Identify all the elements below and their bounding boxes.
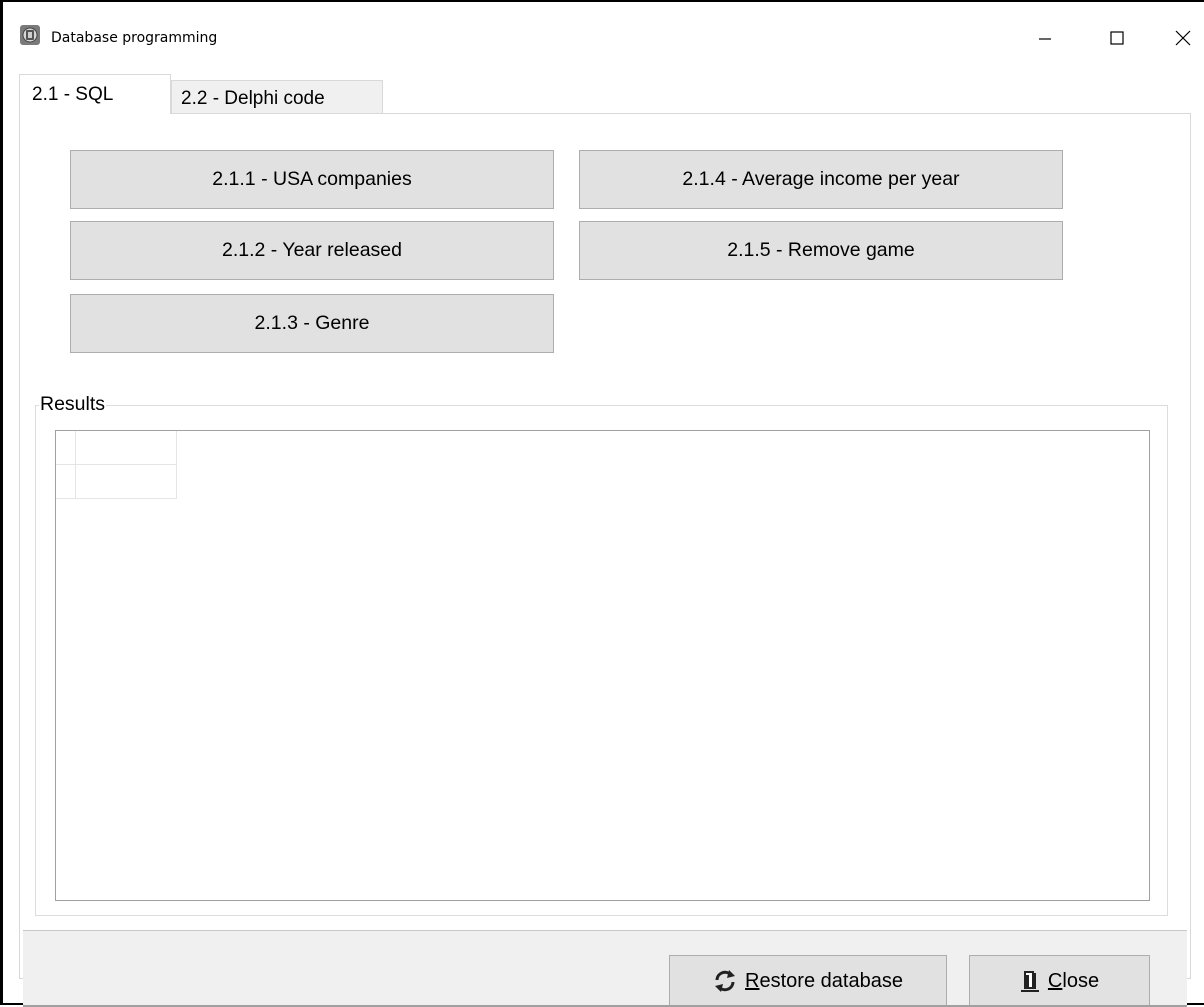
remove-game-button[interactable]: 2.1.5 - Remove game [579, 221, 1063, 280]
minimize-button[interactable] [1015, 20, 1075, 60]
close-accel: C [1047, 969, 1063, 992]
tab-delphi-code[interactable]: 2.2 - Delphi code [171, 80, 383, 116]
year-released-button[interactable]: 2.1.2 - Year released [70, 221, 554, 280]
close-label: lose [1062, 969, 1100, 992]
restore-accel: R [745, 969, 760, 992]
maximize-icon [1110, 30, 1124, 50]
average-income-button[interactable]: 2.1.4 - Average income per year [579, 150, 1063, 209]
grid-indicator-cell[interactable] [56, 465, 76, 499]
tab-sql[interactable]: 2.1 - SQL [19, 74, 171, 114]
genre-button[interactable]: 2.1.3 - Genre [70, 294, 554, 353]
results-grid[interactable] [55, 430, 1150, 901]
close-window-button[interactable] [1153, 20, 1204, 60]
exit-door-icon [1020, 969, 1040, 993]
minimize-icon [1038, 31, 1052, 50]
restore-database-button[interactable]: Restore database [669, 955, 947, 1007]
tab-label: 2.1 - SQL [32, 83, 114, 105]
restore-label: estore database [759, 969, 903, 992]
tab-label: 2.2 - Delphi code [181, 87, 325, 109]
refresh-icon [713, 970, 737, 992]
grid-data-cell[interactable] [76, 465, 177, 499]
close-button[interactable]: Close [969, 955, 1150, 1007]
close-icon [1175, 30, 1191, 51]
results-label: Results [39, 393, 107, 416]
bottom-panel: Restore database Close [23, 930, 1187, 1007]
usa-companies-button[interactable]: 2.1.1 - USA companies [70, 150, 554, 209]
maximize-button[interactable] [1087, 20, 1147, 60]
app-window: Database programming 2.2 - Delphi code 2… [0, 0, 1204, 1007]
client-area: 2.2 - Delphi code 2.1 - SQL 2.1.1 - USA … [3, 64, 1204, 1007]
title-bar[interactable]: Database programming [3, 2, 1204, 64]
grid-header-cell[interactable] [76, 431, 177, 465]
database-app-icon [19, 24, 41, 46]
window-title: Database programming [51, 30, 218, 46]
grid-indicator-cell[interactable] [56, 431, 76, 465]
